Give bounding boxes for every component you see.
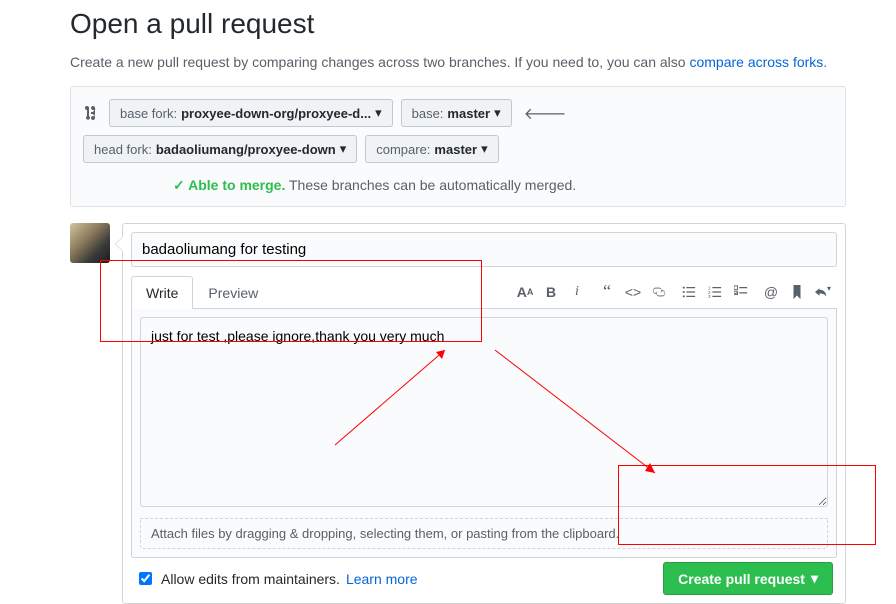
bold-icon[interactable]: B xyxy=(543,284,559,300)
create-pr-label: Create pull request xyxy=(678,571,805,587)
pr-title-input[interactable] xyxy=(131,232,837,267)
chevron-down-icon: ▾ xyxy=(811,570,818,587)
reference-icon[interactable] xyxy=(789,284,805,300)
learn-more-link[interactable]: Learn more xyxy=(346,571,418,587)
svg-text:3: 3 xyxy=(708,294,711,299)
allow-edits-row: Allow edits from maintainers. Learn more xyxy=(135,569,418,588)
compare-branch-label: compare: xyxy=(376,142,430,157)
chevron-down-icon: ▾ xyxy=(481,141,488,157)
compare-across-forks-link[interactable]: compare across forks xyxy=(689,54,823,70)
chevron-down-icon: ▾ xyxy=(375,105,382,121)
pr-body-textarea[interactable] xyxy=(140,317,828,507)
arrow-left-icon: 🡐 xyxy=(520,103,571,124)
create-pr-button[interactable]: Create pull request ▾ xyxy=(663,562,833,595)
comment-form: Write Preview AA B i “ <> 123 xyxy=(122,223,846,604)
page-subhead: Create a new pull request by comparing c… xyxy=(70,54,846,70)
head-fork-label: head fork: xyxy=(94,142,152,157)
subhead-text: Create a new pull request by comparing c… xyxy=(70,54,689,70)
page-title: Open a pull request xyxy=(70,8,846,40)
allow-edits-label: Allow edits from maintainers. xyxy=(161,571,340,587)
branch-range-box: base fork: proxyee-down-org/proxyee-d...… xyxy=(70,86,846,207)
compare-branch-select[interactable]: compare: master ▾ xyxy=(365,135,498,163)
task-list-icon[interactable] xyxy=(733,284,749,300)
code-icon[interactable]: <> xyxy=(625,284,641,300)
tab-write[interactable]: Write xyxy=(131,276,193,309)
base-branch-label: base: xyxy=(412,106,444,121)
italic-icon[interactable]: i xyxy=(569,284,585,300)
merge-status: ✓ Able to merge. These branches can be a… xyxy=(83,177,833,194)
text-size-icon[interactable]: AA xyxy=(517,284,533,300)
mention-icon[interactable]: @ xyxy=(763,284,779,300)
base-fork-select[interactable]: base fork: proxyee-down-org/proxyee-d...… xyxy=(109,99,393,127)
ordered-list-icon[interactable]: 123 xyxy=(707,284,723,300)
chevron-down-icon: ▾ xyxy=(494,105,501,121)
markdown-toolbar: AA B i “ <> 123 @ xyxy=(517,284,831,300)
tab-preview[interactable]: Preview xyxy=(193,276,273,309)
link-icon[interactable] xyxy=(651,284,667,300)
check-icon: ✓ Able to merge. xyxy=(173,177,285,193)
base-branch-select[interactable]: base: master ▾ xyxy=(401,99,512,127)
base-fork-label: base fork: xyxy=(120,106,177,121)
compare-branch-value: master xyxy=(434,142,477,157)
unordered-list-icon[interactable] xyxy=(681,284,697,300)
head-fork-value: badaoliumang/proxyee-down xyxy=(156,142,336,157)
chevron-down-icon: ▾ xyxy=(340,141,347,157)
merge-message: These branches can be automatically merg… xyxy=(289,177,576,193)
tab-bar: Write Preview AA B i “ <> 123 xyxy=(131,275,837,309)
reply-icon[interactable]: ▾ xyxy=(815,284,831,300)
attach-hint[interactable]: Attach files by dragging & dropping, sel… xyxy=(140,518,828,549)
allow-edits-checkbox[interactable] xyxy=(139,572,152,585)
avatar xyxy=(70,223,110,263)
base-branch-value: master xyxy=(447,106,490,121)
quote-icon[interactable]: “ xyxy=(599,284,615,300)
body-wrap: Attach files by dragging & dropping, sel… xyxy=(131,309,837,558)
compare-icon xyxy=(83,104,101,122)
base-fork-value: proxyee-down-org/proxyee-d... xyxy=(181,106,371,121)
head-fork-select[interactable]: head fork: badaoliumang/proxyee-down ▾ xyxy=(83,135,357,163)
